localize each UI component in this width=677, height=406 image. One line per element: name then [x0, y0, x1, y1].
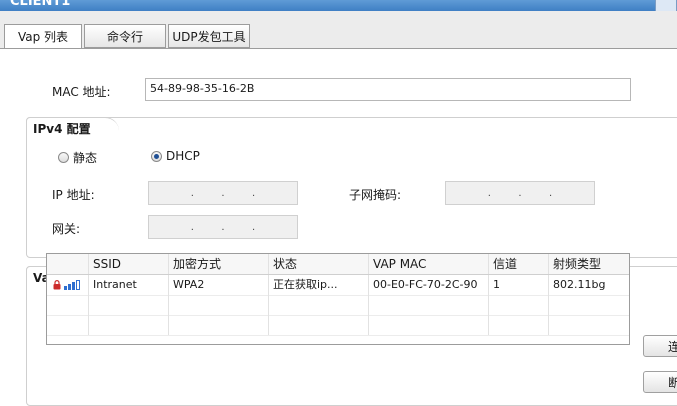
mac-label: MAC 地址:: [52, 85, 111, 99]
row-icon-cell: [47, 275, 89, 295]
window-titlebar: CLIENT1: [0, 0, 677, 11]
table-row-empty: [47, 315, 629, 336]
col-radio-type-header[interactable]: 射频类型: [549, 254, 629, 274]
tab-vap-list[interactable]: Vap 列表: [4, 24, 82, 50]
signal-bar-2: [68, 284, 71, 290]
ip-dot-3: .: [252, 187, 256, 199]
row-vap-mac: 00-E0-FC-70-2C-90: [369, 275, 489, 295]
col-encryption-header[interactable]: 加密方式: [169, 254, 269, 274]
gateway-field[interactable]: . . .: [148, 215, 298, 239]
mask-dot-1: .: [487, 187, 491, 199]
connect-button[interactable]: 连: [643, 335, 677, 357]
mac-address-field[interactable]: 54-89-98-35-16-2B: [145, 78, 631, 101]
dhcp-radio-dot: [151, 150, 162, 162]
mask-dot-3: .: [549, 187, 553, 199]
static-radio[interactable]: 静态: [58, 149, 97, 166]
lock-icon: [53, 280, 61, 290]
row-ssid: Intranet: [89, 275, 169, 295]
gw-dot-3: .: [252, 221, 256, 233]
gw-dot-2: .: [221, 221, 225, 233]
col-vap-mac-header[interactable]: VAP MAC: [369, 254, 489, 274]
row-encryption: WPA2: [169, 275, 269, 295]
col-channel-header[interactable]: 信道: [489, 254, 549, 274]
window-control-button[interactable]: [655, 0, 677, 11]
table-row-empty: [47, 295, 629, 316]
static-radio-label: 静态: [73, 151, 98, 165]
row-status: 正在获取ip...: [269, 275, 369, 295]
subnet-mask-label: 子网掩码:: [349, 188, 402, 202]
ip-dot-2: .: [221, 187, 225, 199]
mask-dot-2: .: [518, 187, 522, 199]
col-icon-header: [47, 254, 89, 274]
signal-bar-3: [72, 282, 75, 290]
ipv4-config-title: IPv4 配置: [26, 117, 119, 140]
signal-bar-1: [64, 286, 67, 290]
ip-dot-1: .: [190, 187, 194, 199]
row-radio-type: 802.11bg: [553, 278, 606, 291]
ip-address-label: IP 地址:: [52, 188, 95, 202]
dhcp-radio-label: DHCP: [166, 149, 200, 163]
window-title: CLIENT1: [10, 0, 71, 9]
vap-table: SSID 加密方式 状态 VAP MAC 信道 射频类型 Intranet WP…: [46, 253, 630, 345]
disconnect-button[interactable]: 断: [643, 371, 677, 393]
subnet-mask-field[interactable]: . . .: [445, 181, 595, 205]
signal-bar-4: [76, 280, 80, 290]
ip-address-field[interactable]: . . .: [148, 181, 298, 205]
static-radio-dot: [58, 152, 69, 163]
vap-table-header: SSID 加密方式 状态 VAP MAC 信道 射频类型: [47, 254, 629, 275]
col-status-header[interactable]: 状态: [269, 254, 369, 274]
gateway-label: 网关:: [52, 222, 81, 236]
dhcp-radio[interactable]: DHCP: [151, 149, 200, 163]
tab-bar: Vap 列表 命令行 UDP发包工具: [0, 11, 677, 50]
tab-command-line[interactable]: 命令行: [84, 24, 166, 48]
row-channel: 1: [489, 275, 549, 295]
tab-udp-tool[interactable]: UDP发包工具: [168, 24, 250, 48]
table-row[interactable]: Intranet WPA2 正在获取ip... 00-E0-FC-70-2C-9…: [47, 275, 629, 296]
signal-strength-icon: [64, 280, 80, 290]
gw-dot-1: .: [190, 221, 194, 233]
col-ssid-header[interactable]: SSID: [89, 254, 169, 274]
